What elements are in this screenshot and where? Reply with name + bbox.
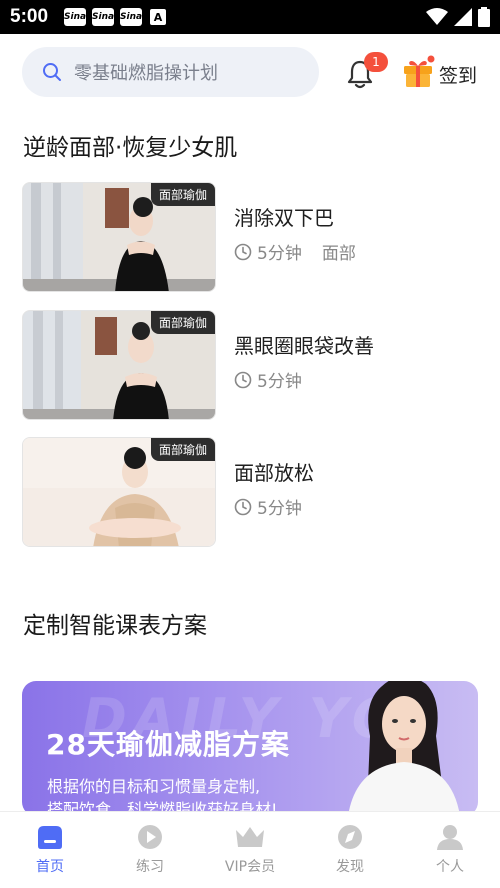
tab-label: 练习 <box>136 859 164 875</box>
tab-vip[interactable]: VIP会员 <box>200 812 300 888</box>
course-title: 黑眼圈眼袋改善 <box>234 334 374 358</box>
course-meta: 5分钟 <box>234 367 302 392</box>
course-meta: 5分钟 <box>234 494 302 519</box>
search-placeholder: 零基础燃脂操计划 <box>74 63 218 84</box>
model-image <box>348 681 460 816</box>
course-duration: 5分钟 <box>257 244 302 264</box>
course-title: 消除双下巴 <box>234 206 334 230</box>
compass-icon <box>338 825 362 849</box>
banner-line1: 根据你的目标和习惯量身定制, <box>47 777 261 796</box>
play-icon <box>138 825 162 849</box>
a-notification-icon: A <box>150 9 167 25</box>
search-bar[interactable]: 零基础燃脂操计划 <box>22 47 319 97</box>
clock-icon <box>234 498 252 515</box>
course-tag: 面部瑜伽 <box>150 311 215 334</box>
notification-badge: 1 <box>364 52 388 72</box>
checkin-button[interactable]: 签到 <box>439 61 477 88</box>
cell-signal-icon <box>454 8 472 26</box>
course-thumbnail: 面部瑜伽 <box>22 437 216 547</box>
sina-notification-icon: Sina <box>92 8 114 26</box>
course-title: 面部放松 <box>234 461 314 485</box>
course-tag: 面部瑜伽 <box>150 183 215 206</box>
course-card[interactable]: 面部瑜伽 面部放松 5分钟 <box>22 437 482 549</box>
tab-home[interactable]: 首页 <box>0 812 100 888</box>
tab-label: VIP会员 <box>224 859 276 875</box>
wifi-icon <box>426 8 448 25</box>
tab-discover[interactable]: 发现 <box>300 812 400 888</box>
tab-label: 发现 <box>336 859 364 875</box>
section-title-plan: 定制智能课表方案 <box>23 613 207 639</box>
crown-icon <box>236 827 264 847</box>
person-icon <box>437 825 463 850</box>
course-category: 面部 <box>321 244 356 264</box>
course-thumbnail: 面部瑜伽 <box>22 310 216 420</box>
notification-button[interactable]: 1 <box>344 52 388 90</box>
clock-icon <box>234 243 252 260</box>
tab-label: 首页 <box>36 859 64 875</box>
tab-profile[interactable]: 个人 <box>400 812 500 888</box>
clock-icon <box>234 371 252 388</box>
bottom-nav: 首页 练习 VIP会员 发现 个人 <box>0 811 500 888</box>
sina-notification-icon: Sina <box>120 8 142 26</box>
gift-icon[interactable] <box>401 55 435 89</box>
course-tag: 面部瑜伽 <box>150 438 215 461</box>
course-meta: 5分钟 面部 <box>234 239 356 264</box>
tab-practice[interactable]: 练习 <box>100 812 200 888</box>
status-bar: 5:00 Sina Sina Sina A <box>0 0 500 34</box>
battery-icon <box>478 7 490 27</box>
status-time: 5:00 <box>10 6 49 27</box>
course-duration: 5分钟 <box>257 499 302 519</box>
course-card[interactable]: 面部瑜伽 黑眼圈眼袋改善 5分钟 <box>22 310 482 422</box>
sina-notification-icon: Sina <box>64 8 86 26</box>
banner-headline: 28天瑜伽减脂方案 <box>46 728 290 761</box>
plan-banner[interactable]: DAILY YO 28天瑜伽减脂方案 根据你的目标和习惯量身定制, 搭配饮食、科… <box>22 681 478 816</box>
course-duration: 5分钟 <box>257 372 302 392</box>
tab-label: 个人 <box>436 859 464 875</box>
section-title-face: 逆龄面部·恢复少女肌 <box>23 135 238 161</box>
search-icon <box>43 63 61 81</box>
home-icon <box>38 826 62 849</box>
course-thumbnail: 面部瑜伽 <box>22 182 216 292</box>
course-card[interactable]: 面部瑜伽 消除双下巴 5分钟 面部 <box>22 182 482 294</box>
